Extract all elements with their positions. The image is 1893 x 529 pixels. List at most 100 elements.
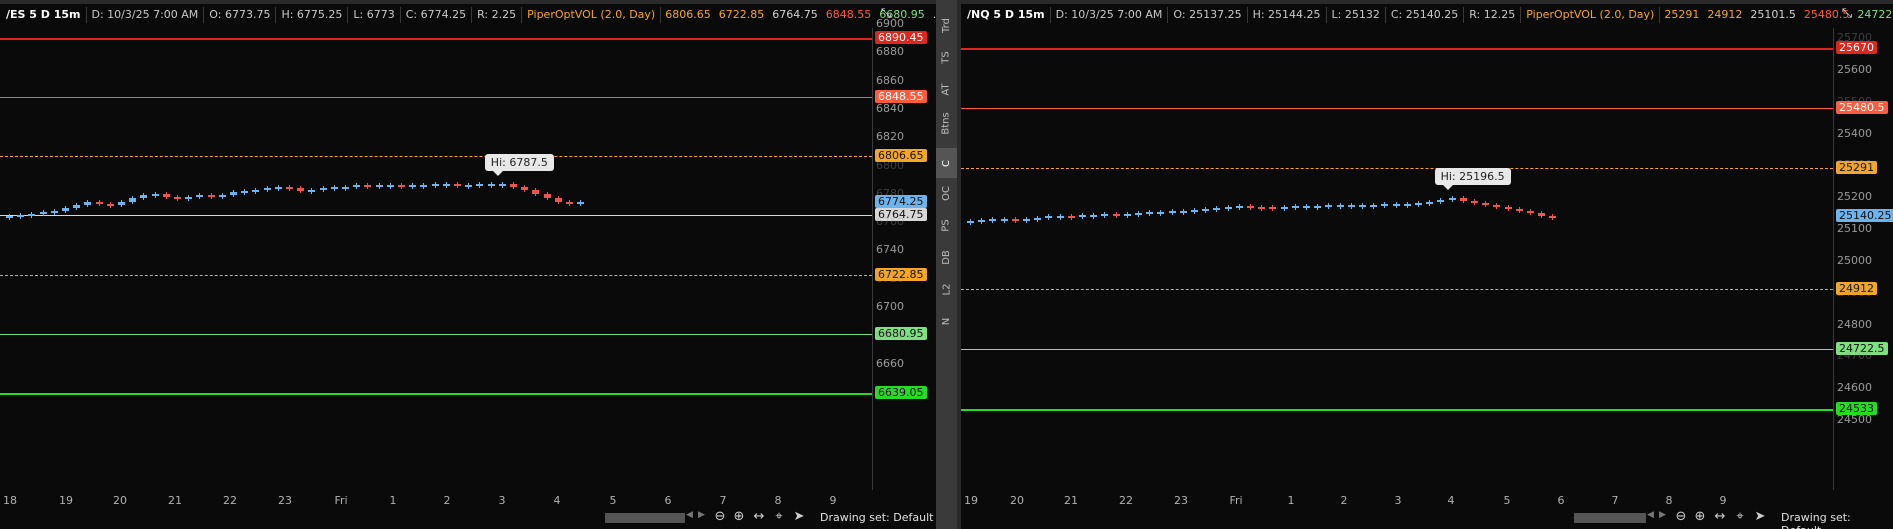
study-name[interactable]: PiperOptVOL (2.0, Day) [1521,7,1661,23]
scroll-left-icon[interactable]: ◀ [1647,510,1654,520]
price-tick-label: 24700 [1837,349,1872,363]
candle-body [1482,202,1490,206]
time-tick-label: 18 [3,494,17,507]
zoom-out-icon[interactable]: ⊖ [1673,509,1689,525]
price-axis[interactable]: 6890.45 6848.55 6806.65 6774.25 6764.75 6722.… [872,17,936,490]
time-tick-label: 6 [1557,494,1565,507]
symbol-label[interactable]: /NQ 5 D 15m [961,7,1051,23]
candle-body [1359,204,1366,207]
drawing-set-label[interactable]: Drawing set: Default [820,511,933,524]
price-tick-label: 6760 [876,215,904,229]
bar-range: R: 12.25 [1464,7,1522,23]
candle-body [442,183,450,186]
candle-body [1101,214,1109,217]
bar-open: O: 25137.25 [1168,7,1248,23]
sidebar-tab-oc[interactable]: OC [936,178,957,208]
scroll-right-icon[interactable]: ▶ [698,510,705,520]
candle-body [1224,207,1232,210]
time-axis[interactable]: 18 19 20 21 22 23 Fri 1 2 3 4 5 6 7 8 9 [0,494,872,508]
price-tick-label: 24600 [1837,381,1872,395]
sidebar-tab-btns[interactable]: Btns [936,108,957,138]
price-tick-label: 6660 [876,356,904,370]
study-value: 6806.65 [665,8,711,21]
time-tick-label: 3 [498,494,506,507]
candle-body [1123,213,1131,216]
candle-body [84,202,92,206]
chart-settings-icon[interactable]: ⤡ [1839,6,1855,22]
crosshair-icon[interactable]: ⌖ [771,509,787,525]
candle-body [1146,212,1154,215]
candle-body [118,202,125,206]
candle-body [162,193,170,197]
time-tick-label: 22 [1119,494,1133,507]
sidebar-tab-ps[interactable]: PS [936,210,957,240]
sidebar-tab-label: PS [940,218,952,232]
candle-body [263,188,271,191]
time-axis[interactable]: 19 20 21 22 23 Fri 1 2 3 4 5 6 7 8 9 [961,494,1833,508]
sidebar-tab-label: TS [941,50,952,64]
candle-body [28,213,36,216]
time-tick-label: 2 [443,494,451,507]
crosshair-icon[interactable]: ⌖ [1732,509,1748,525]
candle-body [1235,206,1243,209]
candle-body [342,186,349,189]
cursor-pointer-icon[interactable]: ➤ [1752,509,1768,525]
study-values: 6806.656722.856764.756848.556680.95... [661,7,947,23]
candle-body [364,185,372,188]
price-tick-label: 6700 [876,300,904,314]
candle-body [1381,204,1389,207]
bar-low: L: 6773 [348,7,401,23]
symbol-label[interactable]: /ES 5 D 15m [0,7,87,23]
candle-body [1011,219,1019,222]
candle-body [1459,198,1467,201]
candle-body [409,185,417,188]
time-tick-label: 4 [1447,494,1455,507]
sidebar-tab-ts[interactable]: TS [936,42,957,72]
candle-body [1056,215,1064,218]
scroll-right-icon[interactable]: ▶ [1659,510,1666,520]
price-tick-label: 25600 [1837,62,1872,76]
candle-body [465,185,473,188]
sidebar-tab-db[interactable]: DB [936,242,957,272]
candle-body [330,186,338,189]
candle-body [1448,198,1456,201]
candle-body [274,186,282,189]
candle-body [375,185,383,188]
price-tag: 6890.45 [875,30,927,44]
study-value: 25101.5 [1750,8,1796,21]
price-tag: 6848.55 [875,89,927,103]
price-plot-area[interactable] [961,28,1834,490]
price-tick-label: 25000 [1837,253,1872,267]
study-name[interactable]: PiperOptVOL (2.0, Day) [522,7,662,23]
sidebar-tab-l2[interactable]: L2 [936,274,957,304]
scroll-thumb[interactable] [605,513,685,523]
zoom-in-icon[interactable]: ⊕ [1692,509,1708,525]
price-axis[interactable]: 25670 25480.5 25291 25140.25 24912 24722.5 245… [1833,28,1893,490]
candle-body [1325,205,1333,208]
time-tick-label: 23 [278,494,292,507]
sidebar-tab-label: OC [940,185,952,201]
zoom-out-icon[interactable]: ⊖ [712,509,728,525]
zoom-in-icon[interactable]: ⊕ [731,509,747,525]
pan-arrows-icon[interactable]: ↔ [751,509,767,525]
sidebar-tab-label: N [940,317,952,325]
drawing-set-label[interactable]: Drawing set: Default [1781,511,1893,529]
candle-body [454,183,461,186]
price-tick-label: 6740 [876,243,904,257]
scroll-thumb[interactable] [1574,513,1646,523]
time-tick-label: 21 [168,494,182,507]
candle-body [353,185,361,188]
sidebar-tab-at[interactable]: AT [936,74,957,104]
high-marker-label: Hi: 25196.5 [1434,168,1511,191]
price-plot-area[interactable] [0,28,873,490]
sidebar-tab-trd[interactable]: Trd [936,10,957,40]
sidebar-tab-c[interactable]: C [936,148,957,178]
sidebar-tab-n[interactable]: N [936,306,957,336]
pan-arrows-icon[interactable]: ↔ [1712,509,1728,525]
price-level-line [0,215,872,217]
time-tick-label: 7 [1611,494,1619,507]
candle-body [151,193,159,196]
scroll-left-icon[interactable]: ◀ [686,510,693,520]
cursor-pointer-icon[interactable]: ➤ [791,509,807,525]
time-tick-label: 21 [1064,494,1078,507]
